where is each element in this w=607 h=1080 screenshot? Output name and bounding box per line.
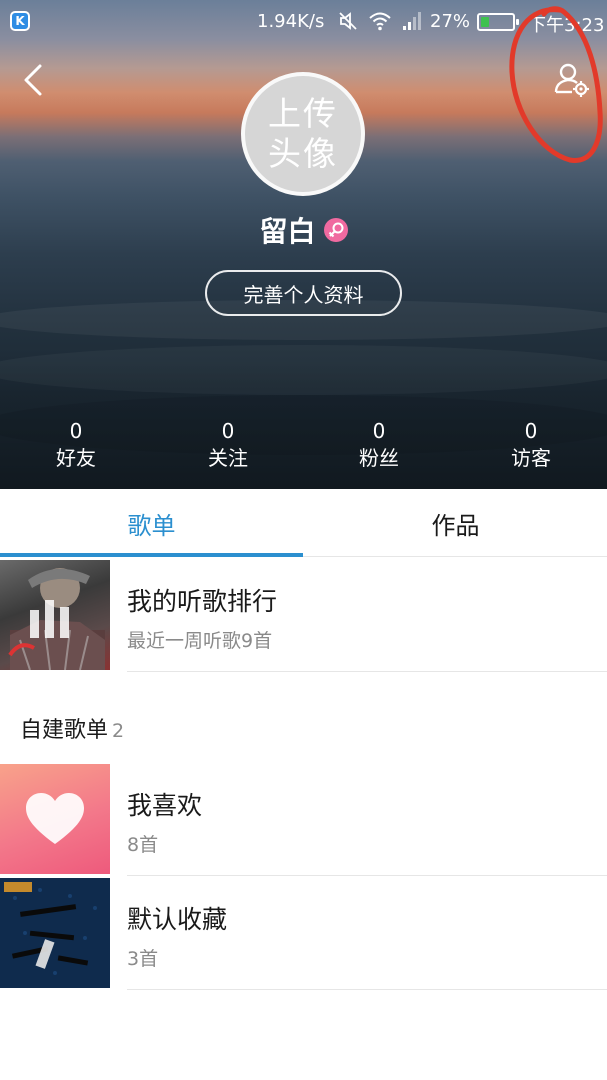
user-settings-icon[interactable] (552, 60, 592, 100)
stats-bar: 0 好友 0 关注 0 粉丝 0 访客 (0, 418, 607, 478)
ranking-cover-image (0, 560, 110, 670)
female-gender-icon (323, 218, 348, 242)
playlist-count: 3首 (127, 948, 159, 970)
stat-value: 0 (372, 419, 386, 443)
liked-cover-image (0, 764, 110, 874)
stat-visitors[interactable]: 0 访客 (481, 418, 581, 472)
ranking-subtitle: 最近一周听歌9首 (127, 630, 273, 652)
self-playlists-count: 2 (112, 720, 125, 742)
edit-profile-button[interactable]: 完善个人资料 (205, 270, 402, 316)
stat-label: 好友 (56, 446, 96, 470)
ranking-cover-art (8, 568, 105, 670)
playlist-count: 8首 (127, 834, 159, 856)
row-divider (127, 989, 607, 990)
tab-indicator (0, 553, 303, 557)
stat-label: 粉丝 (359, 446, 399, 470)
status-time: 下午3:23 (528, 15, 605, 36)
self-playlists-header[interactable]: 自建歌单 2 (20, 712, 124, 744)
playlist-row-liked[interactable]: 我喜欢 8首 (0, 764, 607, 876)
stat-value: 0 (524, 419, 538, 443)
row-divider (127, 875, 607, 876)
favorites-cover-image (0, 878, 110, 988)
avatar-upload-label: 上传头像 (268, 94, 338, 173)
battery-fill (481, 17, 489, 27)
row-divider (127, 671, 607, 672)
ranking-title: 我的听歌排行 (127, 587, 278, 616)
signal-icon (403, 12, 421, 30)
app-badge-icon: K (10, 11, 30, 31)
wifi-icon (369, 12, 391, 31)
username: 留白 (259, 215, 316, 248)
net-speed: 1.94K/s (257, 11, 325, 32)
tab-playlists[interactable]: 歌单 (0, 489, 303, 557)
stat-value: 0 (69, 419, 83, 443)
stat-friends[interactable]: 0 好友 (26, 418, 126, 472)
mute-icon (339, 12, 357, 30)
stat-fans[interactable]: 0 粉丝 (329, 418, 429, 472)
battery-icon (477, 13, 519, 31)
favorites-cover-art (0, 878, 110, 988)
stat-following[interactable]: 0 关注 (178, 418, 278, 472)
playlist-title: 默认收藏 (127, 905, 228, 934)
profile-tabs: 歌单 作品 (0, 489, 607, 557)
stat-value: 0 (221, 419, 235, 443)
stat-label: 关注 (208, 446, 248, 470)
back-button[interactable] (18, 60, 54, 100)
playlist-row-default-favorites[interactable]: 默认收藏 3首 (0, 878, 607, 990)
status-bar: K 1.94K/s 27% 下午3:23 (0, 0, 607, 44)
listening-ranking-row[interactable]: 我的听歌排行 最近一周听歌9首 (0, 560, 607, 672)
profile-header: K 1.94K/s 27% 下午3:23 上传头像 留白 完善个人资料 0 好友… (0, 0, 607, 489)
tab-works[interactable]: 作品 (304, 489, 607, 557)
battery-percent: 27% (430, 11, 471, 32)
playlist-title: 我喜欢 (127, 791, 203, 820)
username-row: 留白 (0, 210, 607, 250)
stat-label: 访客 (511, 446, 551, 470)
heart-icon (26, 793, 84, 844)
self-playlists-title: 自建歌单 (20, 718, 109, 743)
avatar-upload[interactable]: 上传头像 (241, 72, 365, 196)
